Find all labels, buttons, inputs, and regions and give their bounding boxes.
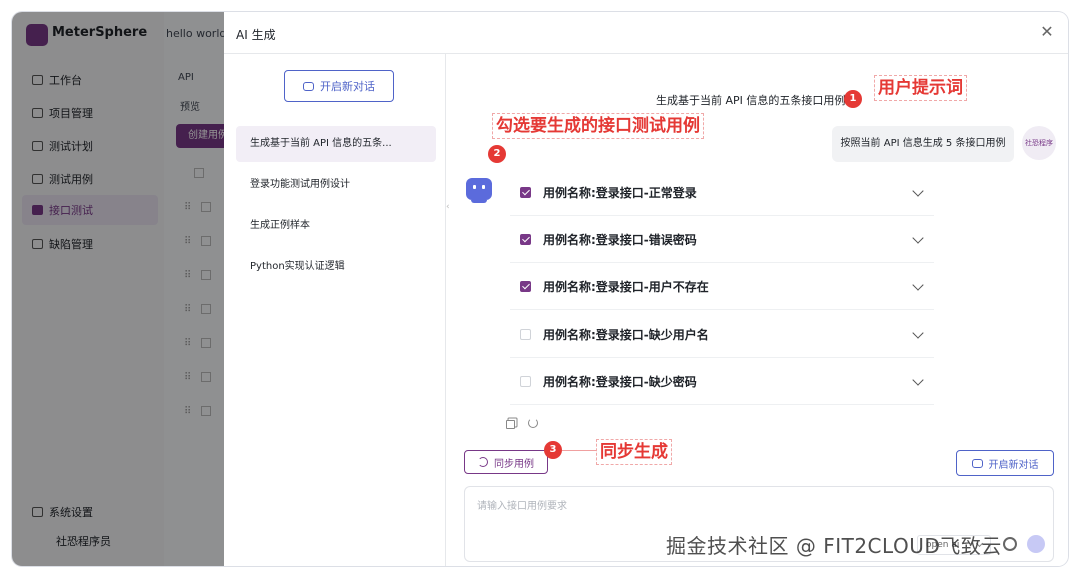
annotation-label: 勾选要生成的接口测试用例 xyxy=(492,113,704,139)
user-message: 按照当前 API 信息生成 5 条接口用例 xyxy=(832,126,1014,162)
case-checkbox[interactable] xyxy=(520,329,531,340)
conversation-item[interactable]: 生成基于当前 API 信息的五条... xyxy=(236,126,436,162)
copy-icon[interactable] xyxy=(506,420,515,429)
chat-heading: 生成基于当前 API 信息的五条接口用例 xyxy=(656,94,846,107)
case-item[interactable]: 用例名称:登录接口-缺少用户名 xyxy=(510,312,934,358)
drawer-title: AI 生成 xyxy=(236,28,276,42)
chevron-down-icon[interactable] xyxy=(912,278,924,291)
case-label: 用例名称:登录接口-缺少用户名 xyxy=(543,328,709,342)
case-label: 用例名称:登录接口-正常登录 xyxy=(543,186,697,200)
case-label: 用例名称:登录接口-用户不存在 xyxy=(543,280,709,294)
annotation-badge: 1 xyxy=(844,90,862,108)
close-icon[interactable]: ✕ xyxy=(1038,23,1056,41)
case-checkbox[interactable] xyxy=(520,234,531,245)
annotation-label: 用户提示词 xyxy=(874,75,967,101)
sync-cases-button[interactable]: 同步用例 xyxy=(464,450,548,474)
conversation-item[interactable]: Python实现认证逻辑 xyxy=(236,249,436,285)
case-item[interactable]: 用例名称:登录接口-缺少密码 xyxy=(510,359,934,405)
chevron-down-icon[interactable] xyxy=(912,184,924,197)
sync-icon xyxy=(478,457,488,467)
case-checkbox[interactable] xyxy=(520,187,531,198)
case-item[interactable]: 用例名称:登录接口-正常登录 xyxy=(510,170,934,216)
avatar: 社恐程序 xyxy=(1022,126,1056,160)
conversation-list: 开启新对话 生成基于当前 API 信息的五条... 登录功能测试用例设计 生成正… xyxy=(224,54,446,566)
chat-icon xyxy=(303,81,314,91)
chevron-down-icon[interactable] xyxy=(912,231,924,244)
case-checkbox[interactable] xyxy=(520,281,531,292)
watermark: 掘金技术社区 @ FIT2CLOUD飞致云 xyxy=(666,534,1002,558)
new-conversation-button[interactable]: 开启新对话 xyxy=(956,450,1054,476)
annotation-badge: 2 xyxy=(488,145,506,163)
new-conversation-button[interactable]: 开启新对话 xyxy=(284,70,394,102)
annotation-line xyxy=(562,450,596,451)
case-label: 用例名称:登录接口-错误密码 xyxy=(543,233,697,247)
case-item[interactable]: 用例名称:登录接口-错误密码 xyxy=(510,217,934,263)
refresh-icon[interactable] xyxy=(528,418,538,428)
case-checkbox[interactable] xyxy=(520,376,531,387)
case-label: 用例名称:登录接口-缺少密码 xyxy=(543,375,697,389)
robot-icon xyxy=(466,178,492,203)
conversation-item[interactable]: 登录功能测试用例设计 xyxy=(236,167,436,203)
collapse-handle-icon[interactable]: ‹ xyxy=(446,202,452,218)
gear-icon[interactable] xyxy=(1003,537,1017,551)
annotation-badge: 3 xyxy=(544,441,562,459)
conversation-item[interactable]: 生成正例样本 xyxy=(236,208,436,244)
case-item[interactable]: 用例名称:登录接口-用户不存在 xyxy=(510,264,934,310)
annotation-label: 同步生成 xyxy=(596,439,672,465)
chevron-down-icon[interactable] xyxy=(912,373,924,386)
modal-overlay[interactable] xyxy=(12,12,224,566)
chat-icon xyxy=(971,458,983,468)
chevron-down-icon[interactable] xyxy=(912,326,924,339)
send-icon[interactable] xyxy=(1027,535,1045,553)
app-window: MeterSphere 工作台 项目管理 测试计划 测试用例 接口测试 缺陷管理… xyxy=(12,12,1068,566)
drawer-header: AI 生成 ✕ xyxy=(224,12,1068,54)
